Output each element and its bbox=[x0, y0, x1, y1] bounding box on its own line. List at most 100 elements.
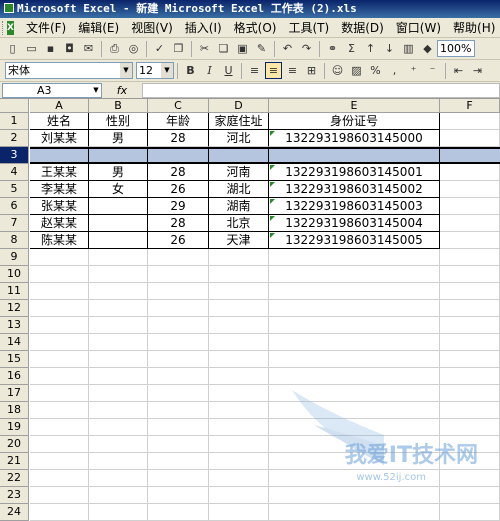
cell[interactable] bbox=[209, 504, 269, 521]
print-icon[interactable]: ⎙ bbox=[106, 40, 123, 57]
increase-decimal-icon[interactable]: ⁺ bbox=[405, 62, 422, 79]
table-cell[interactable]: 男 bbox=[89, 164, 148, 181]
table-cell[interactable]: 河北 bbox=[209, 130, 269, 147]
cell[interactable] bbox=[89, 402, 148, 419]
cell[interactable] bbox=[89, 504, 148, 521]
cell[interactable] bbox=[209, 402, 269, 419]
increase-indent-icon[interactable]: ⇥ bbox=[469, 62, 486, 79]
cell[interactable] bbox=[209, 334, 269, 351]
autosum-icon[interactable]: Σ bbox=[343, 40, 360, 57]
cell[interactable] bbox=[440, 249, 500, 266]
row-header[interactable]: 15 bbox=[0, 351, 29, 368]
menu-grip[interactable] bbox=[2, 20, 3, 35]
menu-insert[interactable]: 插入(I) bbox=[179, 19, 228, 36]
menu-format[interactable]: 格式(O) bbox=[228, 19, 283, 36]
row-header[interactable]: 10 bbox=[0, 266, 29, 283]
table-cell[interactable]: 湖南 bbox=[209, 198, 269, 215]
table-cell[interactable]: 湖北 bbox=[209, 181, 269, 198]
cell[interactable] bbox=[148, 453, 209, 470]
table-cell[interactable]: 刘某某 bbox=[30, 130, 89, 147]
table-cell[interactable]: 26 bbox=[148, 232, 209, 249]
error-indicator-icon[interactable] bbox=[270, 199, 275, 204]
column-header[interactable]: D bbox=[209, 99, 269, 113]
cell[interactable] bbox=[209, 419, 269, 436]
table-cell[interactable] bbox=[89, 232, 148, 249]
hyperlink-icon[interactable]: ⚭ bbox=[324, 40, 341, 57]
table-cell[interactable] bbox=[148, 147, 209, 164]
cell[interactable] bbox=[89, 317, 148, 334]
table-cell[interactable]: 赵某某 bbox=[30, 215, 89, 232]
new-icon[interactable]: ▯ bbox=[4, 40, 21, 57]
cell[interactable] bbox=[209, 300, 269, 317]
cell[interactable] bbox=[440, 215, 500, 232]
italic-button[interactable]: I bbox=[201, 62, 218, 79]
fx-icon[interactable]: fx bbox=[102, 84, 142, 97]
table-cell[interactable]: 王某某 bbox=[30, 164, 89, 181]
cell[interactable] bbox=[89, 368, 148, 385]
table-cell[interactable]: 女 bbox=[89, 181, 148, 198]
cell[interactable] bbox=[30, 317, 89, 334]
align-left-icon[interactable]: ≡ bbox=[246, 62, 263, 79]
cell[interactable] bbox=[269, 368, 440, 385]
table-cell[interactable]: 姓名 bbox=[30, 113, 89, 130]
row-header[interactable]: 22 bbox=[0, 470, 29, 487]
cell[interactable] bbox=[148, 351, 209, 368]
table-cell[interactable]: 陈某某 bbox=[30, 232, 89, 249]
cell[interactable] bbox=[269, 249, 440, 266]
name-box[interactable]: A3 ▼ bbox=[2, 82, 102, 98]
table-cell[interactable] bbox=[89, 147, 148, 164]
table-cell[interactable] bbox=[30, 147, 89, 164]
cell[interactable] bbox=[30, 385, 89, 402]
cell[interactable] bbox=[89, 334, 148, 351]
row-header[interactable]: 4 bbox=[0, 164, 29, 181]
cell[interactable] bbox=[209, 470, 269, 487]
save-icon[interactable]: ▪ bbox=[42, 40, 59, 57]
row-header[interactable]: 20 bbox=[0, 436, 29, 453]
error-indicator-icon[interactable] bbox=[270, 182, 275, 187]
table-cell[interactable]: 李某某 bbox=[30, 181, 89, 198]
menu-edit[interactable]: 编辑(E) bbox=[72, 19, 125, 36]
font-name-select[interactable]: 宋体 ▼ bbox=[5, 62, 133, 79]
underline-button[interactable]: U bbox=[220, 62, 237, 79]
cell[interactable] bbox=[440, 266, 500, 283]
print-preview-icon[interactable]: ◎ bbox=[125, 40, 142, 57]
menu-view[interactable]: 视图(V) bbox=[125, 19, 179, 36]
sort-ascending-icon[interactable]: ↑ bbox=[362, 40, 379, 57]
cell[interactable] bbox=[148, 300, 209, 317]
cell[interactable] bbox=[148, 385, 209, 402]
table-cell[interactable]: 28 bbox=[148, 130, 209, 147]
table-cell[interactable]: 132293198603145004 bbox=[269, 215, 440, 232]
cell[interactable] bbox=[148, 249, 209, 266]
cell[interactable] bbox=[30, 402, 89, 419]
menu-file[interactable]: 文件(F) bbox=[20, 19, 72, 36]
decrease-decimal-icon[interactable]: ⁻ bbox=[424, 62, 441, 79]
cell[interactable] bbox=[209, 368, 269, 385]
percent-button[interactable]: % bbox=[367, 62, 384, 79]
paste-icon[interactable]: ▣ bbox=[234, 40, 251, 57]
row-header[interactable]: 21 bbox=[0, 453, 29, 470]
cell[interactable] bbox=[30, 334, 89, 351]
cell[interactable] bbox=[148, 487, 209, 504]
cell[interactable] bbox=[148, 266, 209, 283]
menu-data[interactable]: 数据(D) bbox=[335, 19, 390, 36]
table-cell[interactable] bbox=[89, 215, 148, 232]
copy-icon[interactable]: ❏ bbox=[215, 40, 232, 57]
cell[interactable] bbox=[148, 436, 209, 453]
row-header[interactable]: 14 bbox=[0, 334, 29, 351]
menu-window[interactable]: 窗口(W) bbox=[390, 19, 447, 36]
table-cell[interactable] bbox=[89, 198, 148, 215]
research-icon[interactable]: ❐ bbox=[170, 40, 187, 57]
font-size-select[interactable]: 12 ▼ bbox=[136, 62, 174, 79]
table-cell[interactable]: 132293198603145003 bbox=[269, 198, 440, 215]
column-header[interactable]: F bbox=[440, 99, 500, 113]
cell[interactable] bbox=[269, 317, 440, 334]
cell[interactable] bbox=[89, 453, 148, 470]
cell[interactable] bbox=[148, 504, 209, 521]
cell[interactable] bbox=[269, 504, 440, 521]
cell[interactable] bbox=[209, 317, 269, 334]
row-header[interactable]: 6 bbox=[0, 198, 29, 215]
cell[interactable] bbox=[269, 283, 440, 300]
formula-input[interactable] bbox=[142, 82, 500, 98]
cell[interactable] bbox=[440, 164, 500, 181]
cell[interactable] bbox=[30, 436, 89, 453]
